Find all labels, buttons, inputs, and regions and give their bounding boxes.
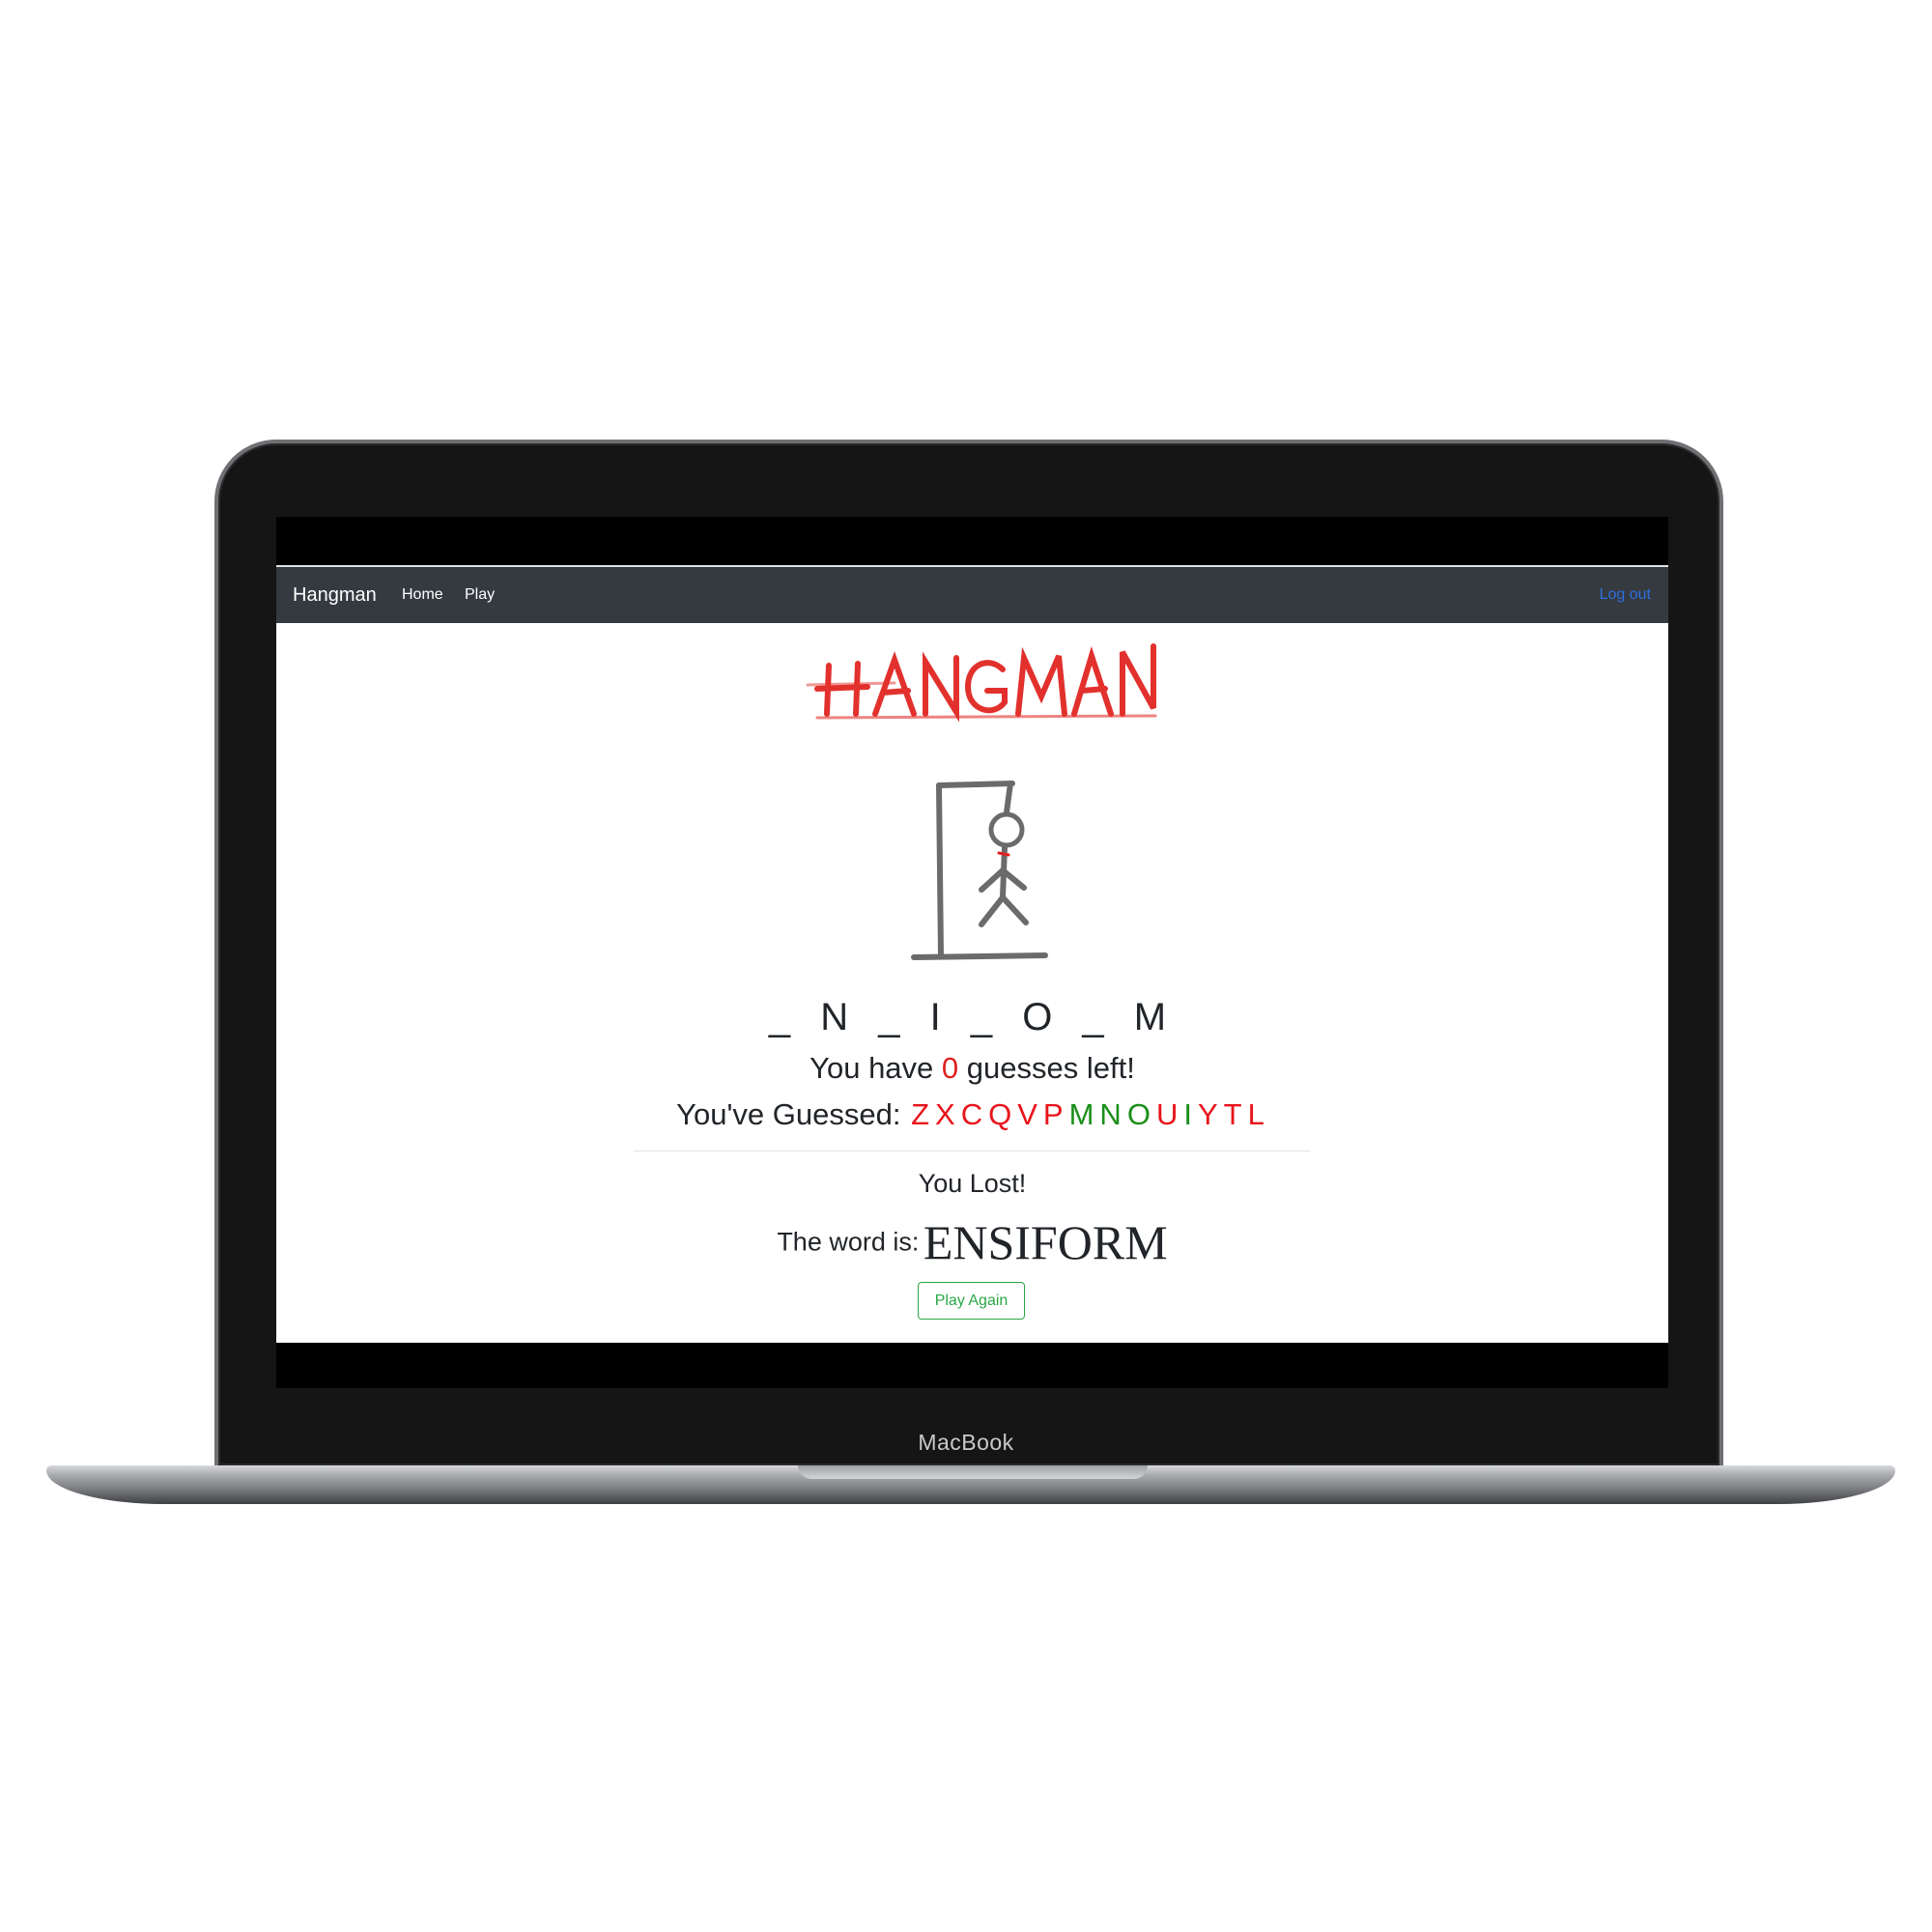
hangman-logo xyxy=(806,643,1157,723)
guessed-letter: Q xyxy=(988,1097,1014,1131)
word-reveal-label: The word is: xyxy=(777,1227,920,1257)
logout-link[interactable]: Log out xyxy=(1600,586,1651,604)
nav-link-home[interactable]: Home xyxy=(402,586,443,604)
guessed-letter: Z xyxy=(911,1097,932,1131)
screen: Hangman Home Play Log out _ N _ I _ O _ … xyxy=(276,517,1668,1388)
gallows-drawing xyxy=(911,781,1048,960)
guesses-left-suffix: guesses left! xyxy=(966,1051,1135,1085)
guessed-letter: Y xyxy=(1197,1097,1220,1131)
nav-link-play[interactable]: Play xyxy=(465,586,495,604)
word-reveal: The word is: ENSIFORM xyxy=(276,1214,1668,1270)
navbar: Hangman Home Play Log out xyxy=(276,565,1668,623)
guessed-letter: V xyxy=(1017,1097,1039,1131)
guessed-letter: O xyxy=(1126,1097,1152,1131)
guessed-letter: T xyxy=(1223,1097,1244,1131)
guessed-letters: ZXCQVPMNOUIYTL xyxy=(909,1097,1268,1132)
device-label: MacBook xyxy=(918,1430,1014,1455)
play-again-button[interactable]: Play Again xyxy=(918,1282,1025,1320)
guessed-label: You've Guessed: xyxy=(676,1097,901,1131)
guessed-letter: P xyxy=(1042,1097,1065,1131)
guessed-letter: M xyxy=(1068,1097,1096,1131)
navbar-brand[interactable]: Hangman xyxy=(293,584,377,607)
laptop-hinge-notch xyxy=(798,1465,1148,1479)
guessed-letters-line: You've Guessed: ZXCQVPMNOUIYTL xyxy=(276,1097,1668,1132)
guessed-letter: L xyxy=(1247,1097,1266,1131)
masked-word: _ N _ I _ O _ M xyxy=(768,996,1177,1038)
guesses-left-prefix: You have xyxy=(810,1051,934,1085)
guessed-letter: X xyxy=(935,1097,957,1131)
word-reveal-value: ENSIFORM xyxy=(923,1215,1168,1269)
game-page: _ N _ I _ O _ M You have 0 guesses left!… xyxy=(276,623,1668,1343)
guesses-left-count: 0 xyxy=(941,1051,959,1085)
guessed-letter: I xyxy=(1183,1097,1194,1131)
guessed-letter: N xyxy=(1099,1097,1123,1131)
result-message: You Lost! xyxy=(918,1169,1027,1198)
guessed-letter: C xyxy=(960,1097,985,1131)
guesses-left-text: You have 0 guesses left! xyxy=(276,1051,1668,1086)
guessed-letter: U xyxy=(1155,1097,1180,1131)
